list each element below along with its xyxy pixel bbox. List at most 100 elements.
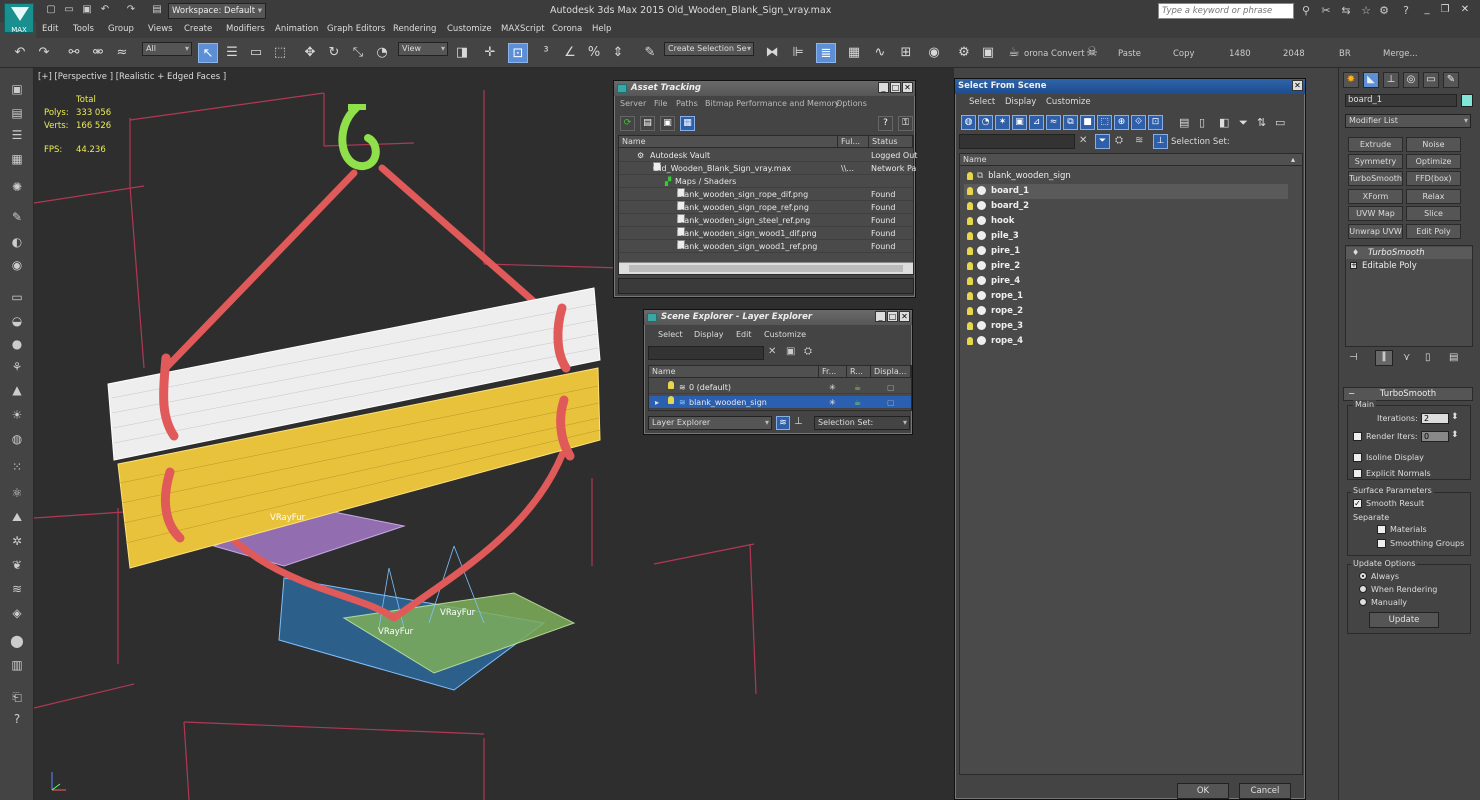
dome-icon[interactable]: ◒ bbox=[8, 312, 26, 330]
modifier-list-dropdown[interactable]: Modifier List bbox=[1345, 114, 1471, 128]
display-containers-icon[interactable]: ⊕ bbox=[1114, 115, 1129, 130]
col-name[interactable]: Name bbox=[649, 366, 819, 378]
select-by-name-icon[interactable]: ☰ bbox=[222, 43, 242, 63]
unwrap-uvw-button[interactable]: Unwrap UVW bbox=[1348, 224, 1403, 239]
close-icon[interactable]: ✕ bbox=[902, 82, 913, 93]
filter-icon[interactable]: ▣ bbox=[786, 346, 795, 357]
visibility-bulb-icon[interactable] bbox=[967, 246, 973, 255]
restore-icon[interactable]: ❐ bbox=[1438, 4, 1452, 16]
render-teapot-icon[interactable]: ☕ bbox=[854, 396, 861, 409]
display-helpers-icon[interactable]: ⊿ bbox=[1029, 115, 1044, 130]
turbosmooth-button[interactable]: TurboSmooth bbox=[1348, 171, 1403, 186]
schematic-view-icon[interactable]: ⊞ bbox=[896, 43, 916, 63]
move-icon[interactable]: ✥ bbox=[300, 43, 320, 63]
scene-object-row[interactable]: rope_3 bbox=[964, 319, 1288, 334]
object-list-header[interactable]: Name ▴ bbox=[960, 154, 1302, 166]
sign-in-icon[interactable]: ⚙ bbox=[1376, 4, 1392, 18]
list-icon[interactable]: ☰ bbox=[8, 126, 26, 144]
skull-icon[interactable]: ☠ bbox=[1082, 43, 1102, 63]
hierarchy-icon[interactable]: ⊥ bbox=[794, 416, 803, 427]
toggle-ribbon-icon[interactable]: ▦ bbox=[844, 43, 864, 63]
scene-object-row[interactable]: rope_4 bbox=[964, 334, 1288, 349]
br-button[interactable]: BR bbox=[1339, 49, 1351, 59]
display-geometry-icon[interactable]: ◍ bbox=[961, 115, 976, 130]
scroll-thumb[interactable] bbox=[629, 265, 903, 272]
spinner-snap-icon[interactable]: ⇕ bbox=[608, 43, 628, 63]
display-shapes-icon[interactable]: ◔ bbox=[978, 115, 993, 130]
options-icon[interactable]: ⛭ bbox=[1115, 135, 1123, 146]
at-menu-options[interactable]: Options bbox=[836, 99, 867, 108]
save-file-icon[interactable]: ▣ bbox=[80, 4, 94, 16]
terrain-icon[interactable]: ⛰ bbox=[8, 508, 26, 526]
display-cameras-icon[interactable]: ▣ bbox=[1012, 115, 1027, 130]
res-1480-button[interactable]: 1480 bbox=[1229, 49, 1251, 59]
col-name[interactable]: Name bbox=[619, 136, 838, 148]
lock-icon[interactable]: ⎗ bbox=[8, 688, 26, 706]
visibility-bulb-icon[interactable] bbox=[967, 261, 973, 270]
asset-row[interactable]: Old_Wooden_Blank_Sign_vray.max \\... Netwo… bbox=[619, 162, 916, 175]
symmetry-button[interactable]: Symmetry bbox=[1348, 154, 1403, 169]
asset-row[interactable]: blank_wooden_sign_wood1_dif.png Found bbox=[619, 227, 913, 240]
render-iters-spinner[interactable]: 0 bbox=[1421, 431, 1449, 442]
vault-icon[interactable]: ⚿ bbox=[898, 116, 913, 131]
menu-help[interactable]: Help bbox=[592, 24, 611, 34]
manually-radio[interactable] bbox=[1359, 598, 1367, 606]
unlink-icon[interactable]: ⚮ bbox=[88, 43, 108, 63]
edit-poly-button[interactable]: Edit Poly bbox=[1406, 224, 1461, 239]
tools-icon[interactable]: ✂ bbox=[1318, 4, 1334, 18]
minimize-icon[interactable]: _ bbox=[875, 311, 886, 322]
stack-item-editable-poly[interactable]: Editable Poly bbox=[1346, 260, 1472, 272]
make-unique-icon[interactable]: ⋎ bbox=[1403, 352, 1410, 363]
selection-set-dropdown[interactable]: Selection Set: bbox=[814, 416, 910, 430]
path-field[interactable] bbox=[618, 278, 914, 294]
maximize-icon[interactable]: □ bbox=[890, 82, 901, 93]
camera-icon[interactable]: ▤ bbox=[8, 104, 26, 122]
redo-icon[interactable]: ↷ bbox=[34, 43, 54, 63]
mirror-icon[interactable]: ⧓ bbox=[762, 43, 782, 63]
render-setup-icon[interactable]: ⚙ bbox=[954, 43, 974, 63]
binoculars-icon[interactable]: ⚲ bbox=[1298, 4, 1314, 18]
iterations-spinner[interactable]: 2 bbox=[1421, 413, 1449, 424]
maximize-icon[interactable]: □ bbox=[887, 311, 898, 322]
render-teapot-icon[interactable]: ☕ bbox=[854, 381, 861, 394]
corona-convert-label[interactable]: orona Convert bbox=[1024, 49, 1085, 59]
menu-group[interactable]: Group bbox=[108, 24, 134, 34]
app-logo[interactable]: MAX bbox=[4, 3, 34, 34]
render-iters-spin-arrows-icon[interactable]: ⬍ bbox=[1451, 430, 1459, 440]
clear-find-icon[interactable]: ✕ bbox=[1079, 135, 1087, 146]
container-icon[interactable]: ▣ bbox=[8, 80, 26, 98]
merge-button[interactable]: Merge... bbox=[1383, 49, 1418, 59]
col-full[interactable]: Ful... bbox=[838, 136, 869, 148]
snaps-toggle-icon[interactable]: ³ bbox=[536, 43, 556, 63]
menu-customize[interactable]: Customize bbox=[447, 24, 492, 34]
sfs-menu-customize[interactable]: Customize bbox=[1046, 97, 1091, 107]
shell-icon[interactable]: ◈ bbox=[8, 604, 26, 622]
display-none-icon[interactable]: ▯ bbox=[1199, 116, 1205, 129]
when-rendering-radio[interactable] bbox=[1359, 585, 1367, 593]
update-button[interactable]: Update bbox=[1369, 612, 1439, 628]
hierarchy-tab-icon[interactable]: ⊥ bbox=[1383, 72, 1399, 88]
explicit-normals-checkbox[interactable] bbox=[1353, 469, 1362, 478]
display-groups-icon[interactable]: ⧉ bbox=[1063, 115, 1078, 130]
viewport-label[interactable]: [+] [Perspective ] [Realistic + Edged Fa… bbox=[38, 72, 226, 82]
scene-group-row[interactable]: ⧉ blank_wooden_sign bbox=[964, 169, 1288, 184]
display-hidden-icon[interactable]: ⊡ bbox=[1148, 115, 1163, 130]
object-color-swatch[interactable] bbox=[1461, 94, 1473, 107]
filter-funnel-icon[interactable]: ⏷ bbox=[1239, 116, 1248, 130]
scene-explorer-search[interactable] bbox=[648, 346, 764, 360]
se-menu-customize[interactable]: Customize bbox=[764, 330, 806, 339]
col-frozen[interactable]: Fr... bbox=[819, 366, 847, 378]
pivot-center-icon[interactable]: ◨ bbox=[452, 43, 472, 63]
display-tab-icon[interactable]: ▭ bbox=[1423, 72, 1439, 88]
scene-object-row[interactable]: rope_2 bbox=[964, 304, 1288, 319]
find-input[interactable] bbox=[959, 134, 1075, 149]
undo-icon[interactable]: ↶ bbox=[98, 4, 112, 16]
molecule-icon[interactable]: ⚛ bbox=[8, 484, 26, 502]
scale-icon[interactable]: ⤡ bbox=[348, 43, 368, 63]
named-selection-dropdown[interactable]: Create Selection Se bbox=[664, 42, 754, 56]
cancel-button[interactable]: Cancel bbox=[1239, 783, 1291, 799]
select-from-scene-titlebar[interactable]: Select From Scene bbox=[955, 79, 1305, 94]
horizontal-scrollbar[interactable] bbox=[619, 262, 913, 274]
asset-row[interactable]: blank_wooden_sign_wood1_ref.png Found bbox=[619, 240, 913, 253]
redo-icon[interactable]: ↷ bbox=[124, 4, 138, 16]
